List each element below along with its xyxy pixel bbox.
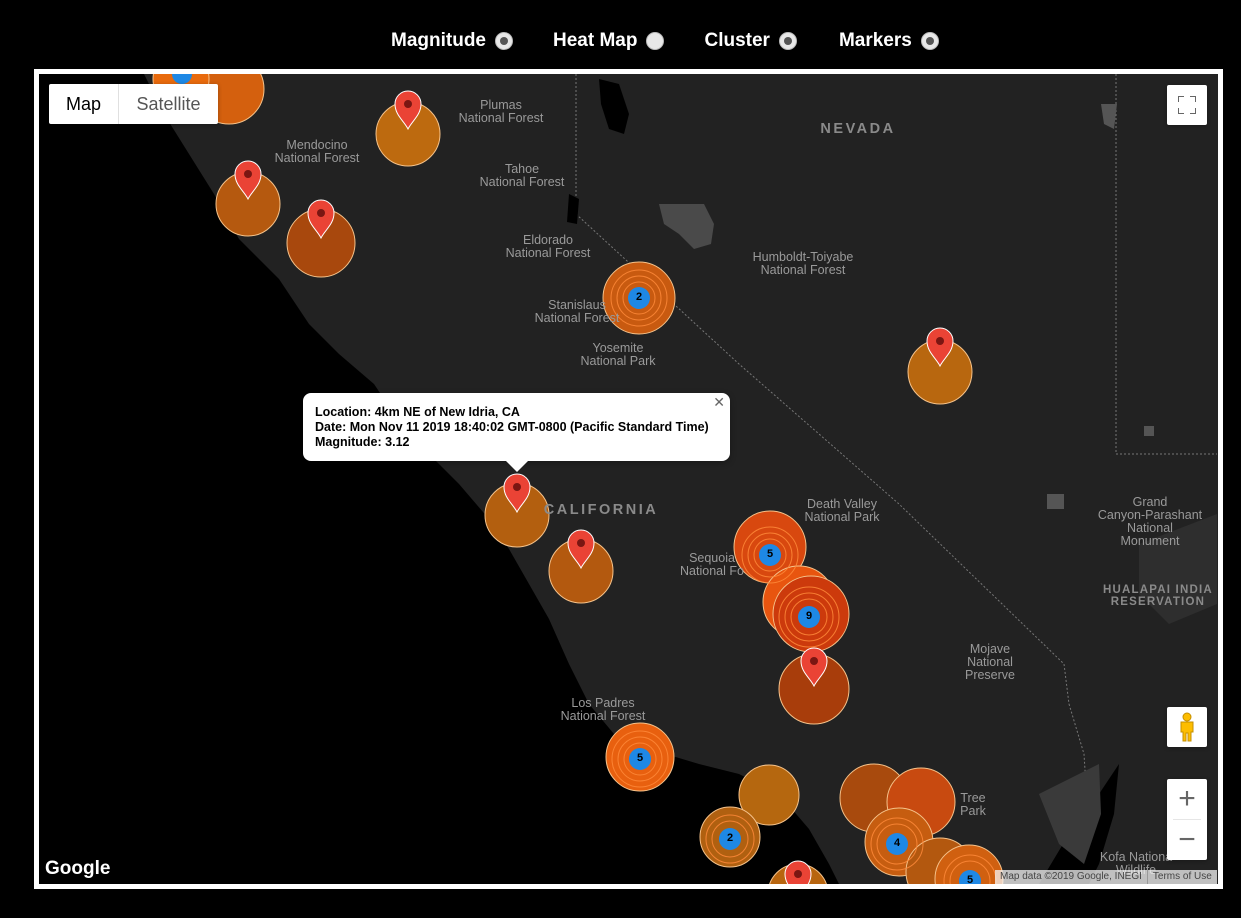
terms-of-use-link[interactable]: Terms of Use bbox=[1146, 870, 1217, 884]
map-marker bbox=[784, 860, 812, 884]
magnitude-toggle-label: Magnitude bbox=[391, 30, 486, 51]
reserve-area bbox=[1144, 426, 1154, 436]
info-date: Mon Nov 11 2019 18:40:02 GMT-0800 (Pacif… bbox=[349, 420, 709, 434]
magnitude-radio[interactable] bbox=[495, 32, 513, 50]
state-border-nv-az bbox=[1115, 74, 1217, 455]
cluster-toggle-label: Cluster bbox=[704, 30, 770, 51]
info-location: 4km NE of New Idria, CA bbox=[374, 405, 520, 419]
cluster-count[interactable]: 4 bbox=[891, 837, 903, 849]
info-location-row: Location: 4km NE of New Idria, CA bbox=[315, 405, 520, 419]
layer-toggle-bar: Magnitude Heat Map Cluster Markers bbox=[391, 26, 939, 56]
reserve-area bbox=[1047, 494, 1064, 509]
zoom-control: + − bbox=[1167, 779, 1207, 860]
cluster-count[interactable]: 5 bbox=[964, 874, 976, 884]
cluster-count[interactable]: 2 bbox=[633, 291, 645, 303]
label-california: CALIFORNIA bbox=[543, 502, 659, 518]
fullscreen-button[interactable] bbox=[1167, 85, 1207, 125]
map-attribution: Map data ©2019 Google, INEGI Terms of Us… bbox=[995, 870, 1217, 884]
pacific-ocean bbox=[39, 74, 839, 884]
lake bbox=[599, 79, 629, 134]
magnitude-toggle[interactable]: Magnitude bbox=[391, 30, 513, 52]
map-frame: 2 5 9 5 2 4 5 NEVADA CALIFORNIA Plumas Na… bbox=[34, 69, 1223, 889]
map-type-satellite-button[interactable]: Satellite bbox=[119, 84, 218, 124]
map-type-control: Map Satellite bbox=[49, 84, 218, 124]
heat-map-toggle-label: Heat Map bbox=[553, 30, 638, 51]
label-tahoe: Tahoe National Forest bbox=[479, 162, 565, 189]
heat-map-toggle[interactable]: Heat Map bbox=[553, 30, 665, 52]
cluster-toggle[interactable]: Cluster bbox=[704, 30, 797, 52]
label-mendocino: Mendocino National Forest bbox=[274, 138, 360, 165]
label-plumas: Plumas National Forest bbox=[458, 98, 544, 125]
cluster-radio[interactable] bbox=[778, 32, 797, 50]
label-stanislaus: Stanislaus National Forest bbox=[534, 298, 620, 325]
label-yosemite: Yosemite National Park bbox=[580, 341, 656, 368]
cluster-count[interactable]: 5 bbox=[764, 548, 776, 560]
fullscreen-icon bbox=[1178, 96, 1196, 114]
label-joshua-tree: Tree Park bbox=[960, 791, 986, 818]
label-mojave: Mojave National Preserve bbox=[964, 642, 1016, 682]
label-los-padres: Los Padres National Forest bbox=[560, 696, 646, 723]
street-view-pegman-icon bbox=[1180, 712, 1194, 742]
markers-toggle-label: Markers bbox=[838, 30, 912, 51]
lake bbox=[1101, 104, 1117, 129]
label-sequoia: Sequoia National Fo bbox=[680, 551, 744, 578]
close-icon[interactable]: ✕ bbox=[713, 395, 725, 410]
info-magnitude-row: Magnitude: 3.12 bbox=[315, 435, 410, 449]
cluster-count[interactable]: 9 bbox=[803, 610, 815, 622]
label-humboldt: Humboldt-Toiyabe National Forest bbox=[752, 250, 854, 277]
label-eldorado: Eldorado National Forest bbox=[505, 233, 591, 260]
label-grand-canyon: Grand Canyon-Parashant National Monument bbox=[1097, 495, 1203, 548]
info-date-row: Date: Mon Nov 11 2019 18:40:02 GMT-0800 … bbox=[315, 420, 709, 434]
zoom-in-button[interactable]: + bbox=[1167, 779, 1207, 819]
label-nevada: NEVADA bbox=[820, 121, 896, 137]
earthquake-info-window: Location: 4km NE of New Idria, CA Date: … bbox=[303, 393, 730, 472]
reserve-area bbox=[659, 204, 714, 249]
google-logo[interactable]: Google bbox=[45, 858, 110, 880]
zoom-out-button[interactable]: − bbox=[1167, 820, 1207, 860]
info-magnitude: 3.12 bbox=[385, 435, 410, 449]
label-death-valley: Death Valley National Park bbox=[804, 497, 880, 524]
cluster-count[interactable]: 2 bbox=[724, 832, 736, 844]
cluster-count[interactable]: 5 bbox=[634, 752, 646, 764]
attribution-text: Map data ©2019 Google, INEGI bbox=[1000, 871, 1142, 882]
lake-tahoe bbox=[567, 194, 579, 224]
street-view-button[interactable] bbox=[1167, 707, 1207, 747]
basemap bbox=[39, 74, 1217, 884]
map-type-map-button[interactable]: Map bbox=[49, 84, 119, 124]
markers-radio[interactable] bbox=[920, 32, 939, 50]
markers-toggle[interactable]: Markers bbox=[839, 30, 939, 52]
map-canvas[interactable]: 2 5 9 5 2 4 5 NEVADA CALIFORNIA Plumas Na… bbox=[39, 74, 1218, 884]
heat-map-radio[interactable] bbox=[646, 32, 665, 50]
label-hualapai: HUALAPAI INDIA RESERVATION bbox=[1103, 584, 1213, 608]
